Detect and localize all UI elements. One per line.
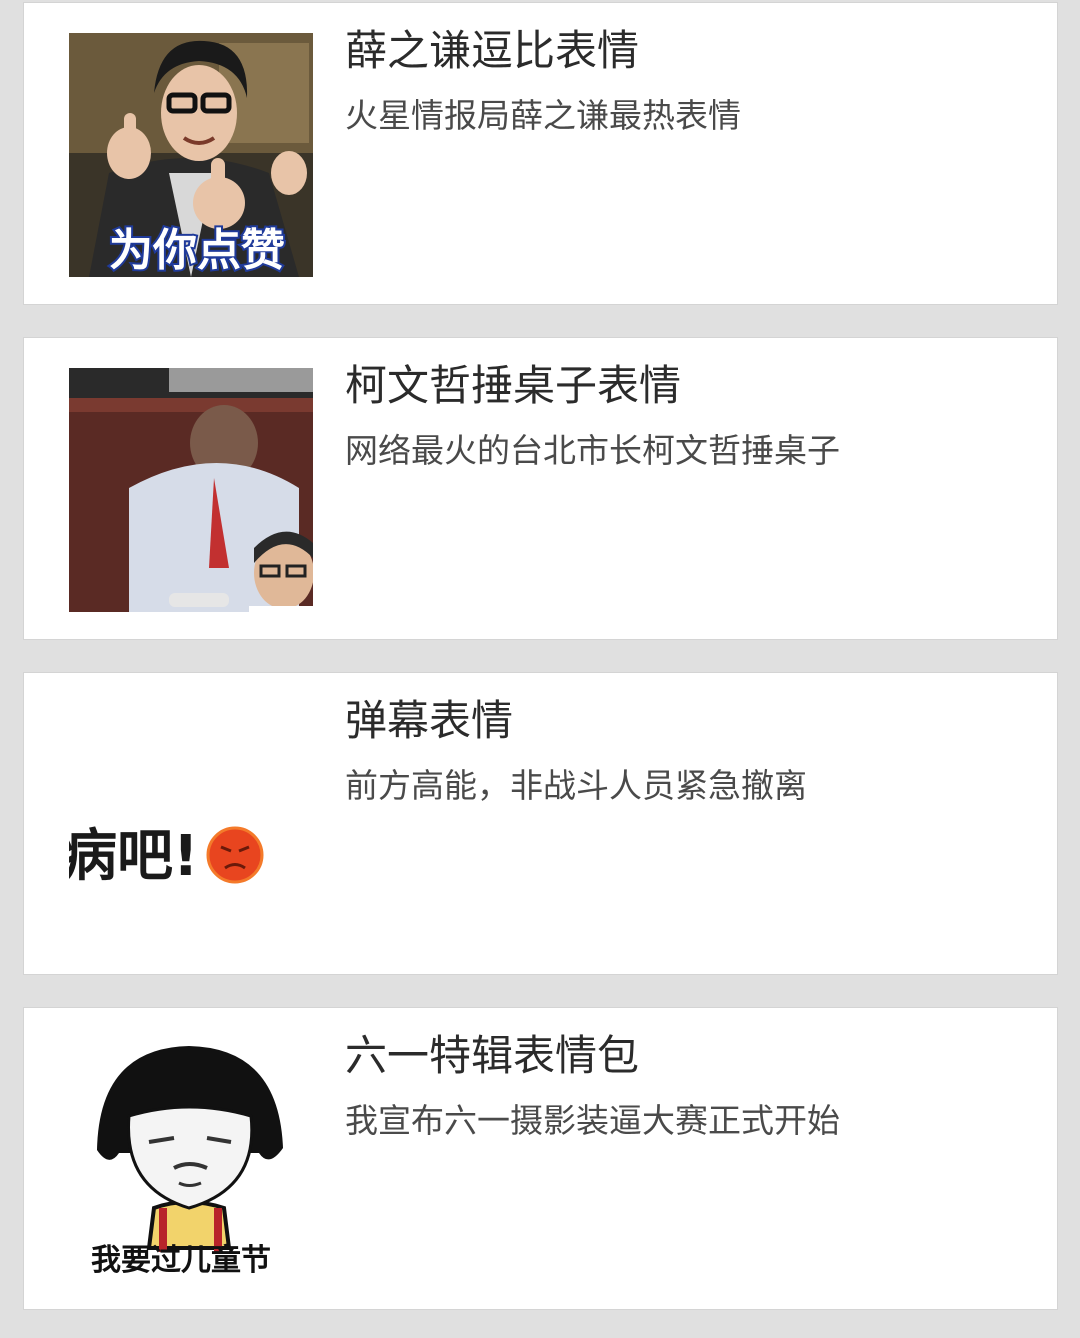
item-subtitle: 前方高能，非战斗人员紧急撤离: [345, 766, 807, 805]
item-title: 薛之谦逗比表情: [345, 26, 640, 75]
sticker-thumbnail-image: 病吧!: [69, 703, 313, 947]
thumb-caption: 我要过儿童节: [91, 1243, 271, 1278]
list-item[interactable]: 病吧! 弹幕表情 前方高能，非战斗人员紧急撤离: [23, 672, 1058, 975]
thumb-caption: 病吧!: [69, 824, 199, 889]
item-title: 柯文哲捶桌子表情: [345, 361, 682, 410]
list-item[interactable]: 为你点赞 薛之谦逗比表情 火星情报局薛之谦最热表情: [23, 2, 1058, 305]
item-subtitle: 火星情报局薛之谦最热表情: [345, 96, 741, 135]
item-title: 六一特辑表情包: [345, 1031, 640, 1080]
item-subtitle: 网络最火的台北市长柯文哲捶桌子: [345, 431, 840, 470]
list-item[interactable]: 我要过儿童节 六一特辑表情包 我宣布六一摄影装逼大赛正式开始: [23, 1007, 1058, 1310]
sticker-thumbnail-image: [69, 368, 313, 612]
sticker-thumbnail-image: 我要过儿童节: [69, 1038, 313, 1282]
list-item[interactable]: 柯文哲捶桌子表情 网络最火的台北市长柯文哲捶桌子: [23, 337, 1058, 640]
item-subtitle: 我宣布六一摄影装逼大赛正式开始: [345, 1101, 840, 1140]
sticker-thumbnail-image: 为你点赞: [69, 33, 313, 277]
item-title: 弹幕表情: [345, 696, 514, 745]
thumb-caption: 为你点赞: [109, 225, 285, 276]
